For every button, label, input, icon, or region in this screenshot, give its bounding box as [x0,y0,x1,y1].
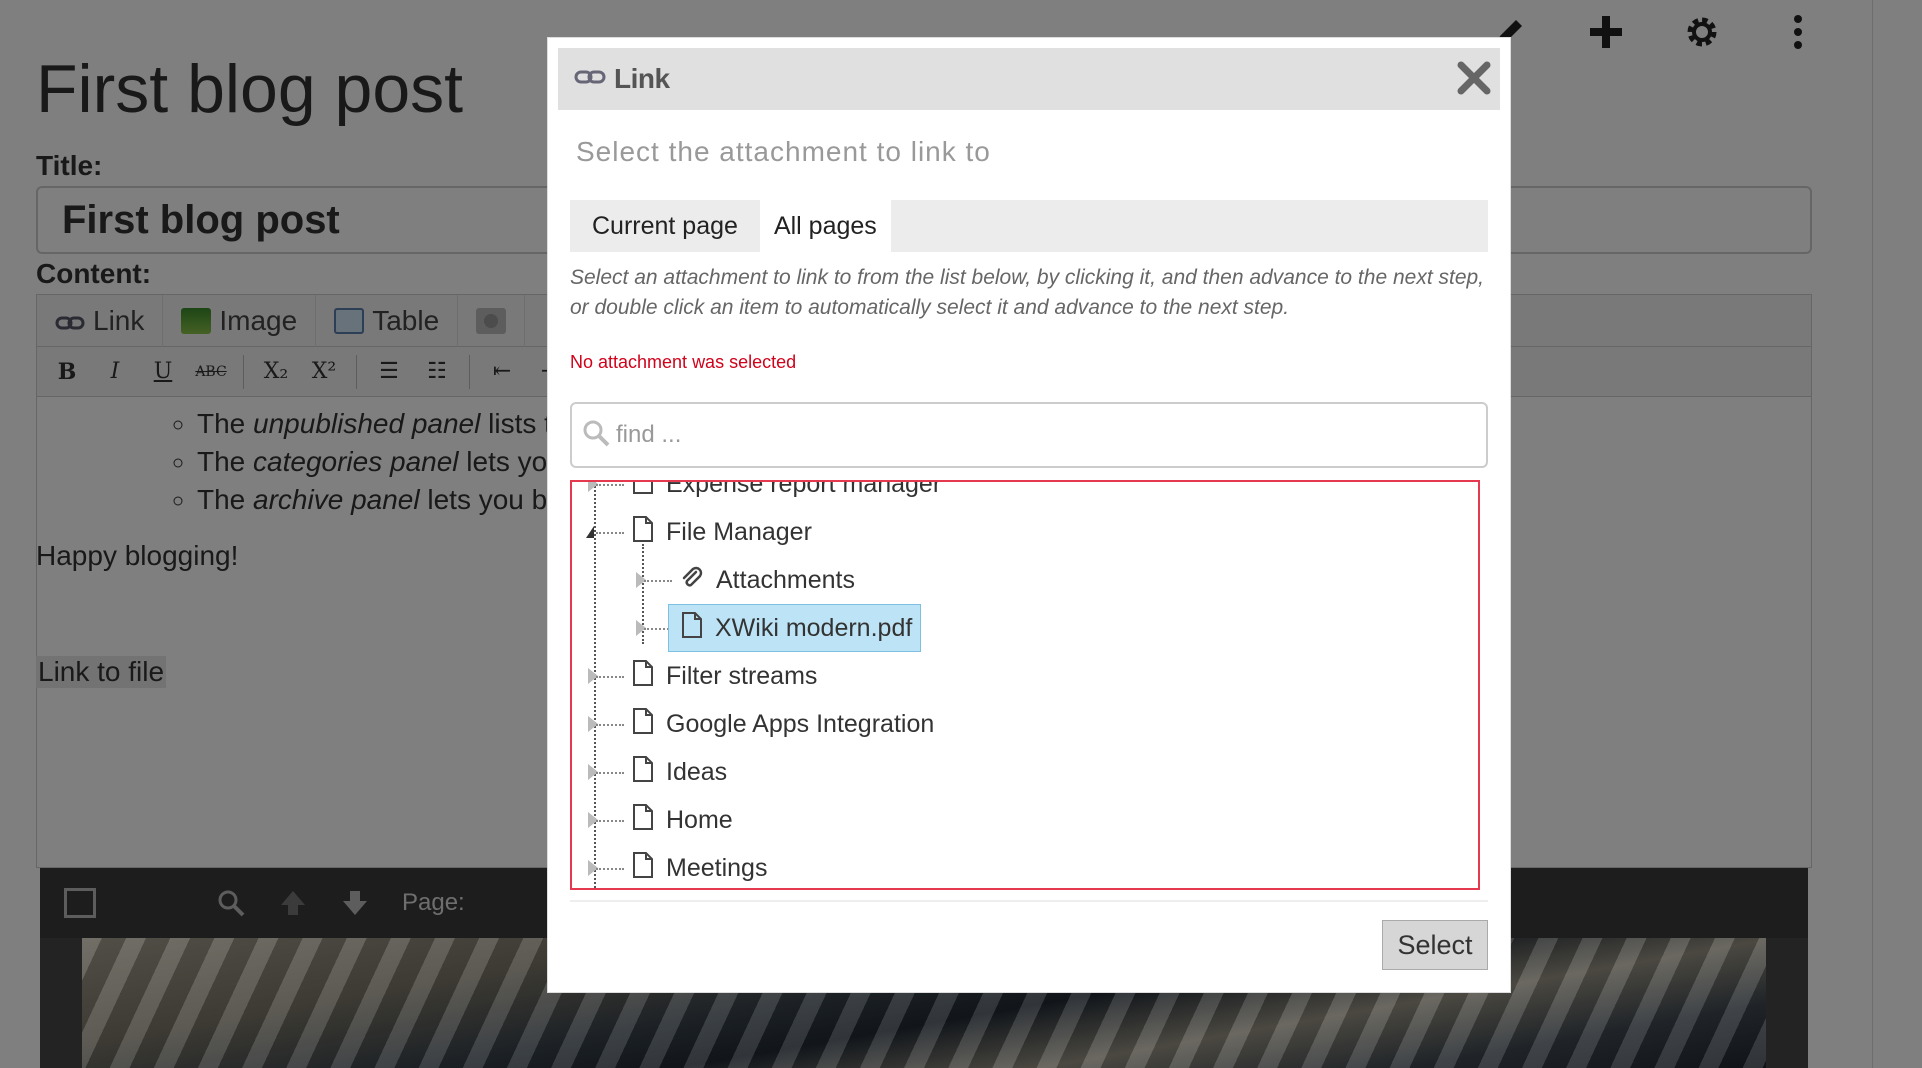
tree-node[interactable]: Google Apps Integration [632,704,934,744]
tree-node-label: Attachments [716,565,855,594]
attachment-tree[interactable]: Expense report manager File Manager Atta… [570,480,1480,890]
tree-node[interactable]: File Manager [632,512,812,552]
tree-connector [596,820,624,822]
page-icon [632,482,654,501]
page-icon [632,755,654,789]
search-placeholder: find ... [616,421,682,448]
page-icon [632,803,654,837]
dialog-header: Link [558,48,1500,110]
tree-node[interactable]: Home [632,800,733,840]
dialog-title: Link [614,63,670,94]
tree-connector [594,482,596,888]
dialog-subtitle: Select the attachment to link to [576,136,991,167]
footer-divider [570,900,1488,902]
page-icon [632,851,654,885]
page-icon [632,659,654,693]
page-icon [681,611,703,645]
page-icon [632,515,654,549]
link-icon [574,67,606,92]
tree-node-label: Filter streams [666,661,818,690]
expand-toggle-icon[interactable] [588,482,598,492]
paperclip-icon [680,564,704,597]
tree-node-label: File Manager [666,517,812,546]
tree-node[interactable]: Ideas [632,752,727,792]
tree-node[interactable]: Meetings [632,848,767,888]
tree-node[interactable]: Filter streams [632,656,817,696]
collapse-toggle-icon[interactable] [586,526,594,538]
tree-node-selected[interactable]: XWiki modern.pdf [668,604,922,652]
tree-node-label: Home [666,805,733,834]
tree-connector [596,868,624,870]
instructions-text: Select an attachment to link to from the… [570,266,1485,319]
tree-connector [596,772,624,774]
tree-connector [644,580,672,582]
link-dialog: Link Select the attachment to link to Cu… [548,38,1510,992]
search-input[interactable]: find ... [570,402,1488,468]
search-icon [582,419,610,452]
tab-bar: Current page All pages [570,200,1488,252]
error-message: No attachment was selected [570,352,797,372]
tree-node-label: Expense report manager [666,480,942,498]
page-icon [632,707,654,741]
tree-node-label: Google Apps Integration [666,709,935,738]
tab-current-page[interactable]: Current page [570,200,760,252]
tree-connector [596,724,624,726]
tree-node-label: Ideas [666,757,728,786]
tab-all-pages[interactable]: All pages [759,200,891,252]
tree-node-label: XWiki modern.pdf [715,613,913,642]
tree-connector [596,484,624,486]
select-button[interactable]: Select [1382,920,1488,970]
close-icon[interactable] [1454,58,1494,98]
tree-connector [596,532,624,534]
tree-node[interactable]: Attachments [680,560,855,600]
tree-connector [596,676,624,678]
tree-node[interactable]: Expense report manager [632,480,942,504]
tree-node-label: Meetings [666,853,768,882]
